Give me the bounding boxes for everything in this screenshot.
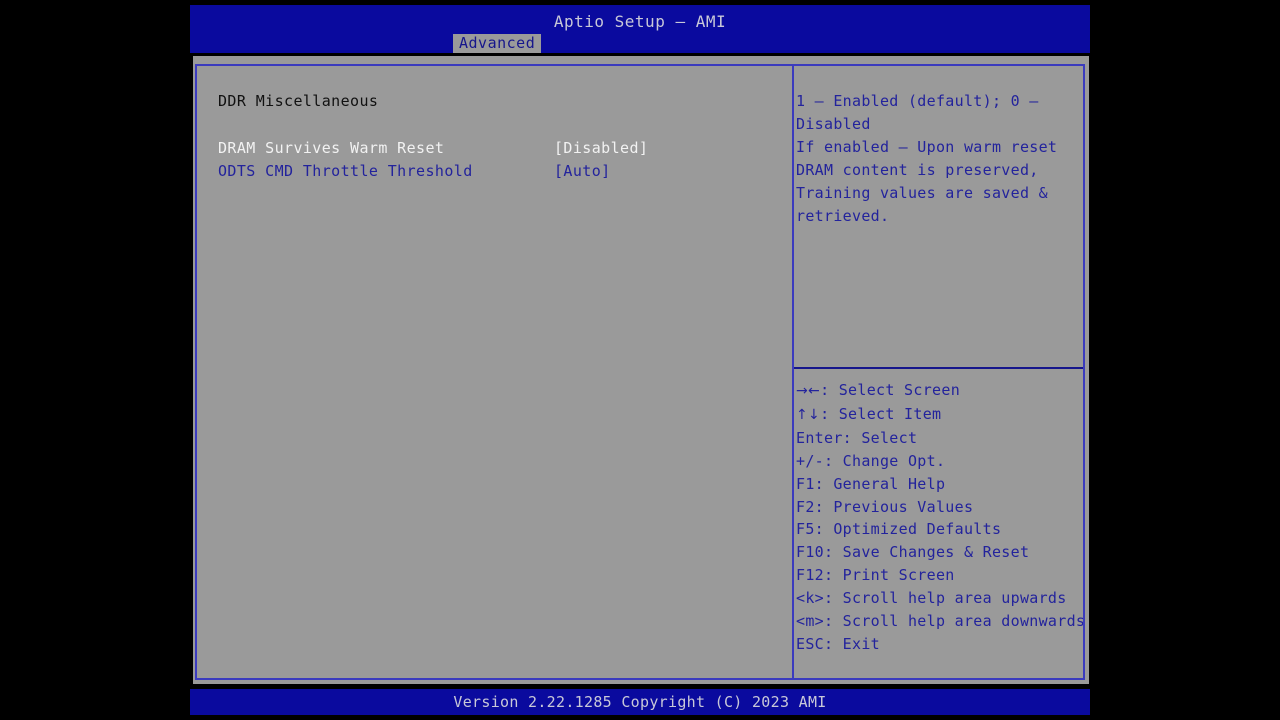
settings-list: DRAM Survives Warm Reset [Disabled] ODTS C… (197, 137, 792, 183)
setting-value[interactable]: [Auto] (554, 160, 611, 183)
tab-advanced[interactable]: Advanced (453, 34, 542, 53)
legend-line: ↑↓: Select Item (794, 403, 1083, 427)
help-line: DRAM content is preserved, (796, 161, 1039, 179)
help-separator (794, 367, 1083, 369)
legend-text: ESC: Exit (796, 634, 880, 653)
help-pane: 1 – Enabled (default); 0 – Disabled If ena… (794, 66, 1083, 678)
version-bar: Version 2.22.1285 Copyright (C) 2023 AMI (190, 689, 1090, 715)
tab-bar: Advanced (190, 34, 1090, 53)
help-line: If enabled – Upon warm reset (796, 138, 1058, 156)
help-line: Disabled (796, 115, 871, 133)
legend-line: →←: Select Screen (794, 379, 1083, 403)
setting-label: DRAM Survives Warm Reset (218, 139, 445, 157)
legend-text: F2: Previous Values (796, 497, 974, 516)
legend-line: +/-: Change Opt. (794, 450, 1083, 473)
page-title: Aptio Setup – AMI (553, 12, 727, 31)
legend-line: ESC: Exit (794, 633, 1083, 656)
legend-text: F12: Print Screen (796, 566, 955, 585)
legend-line: F12: Print Screen (794, 564, 1083, 587)
legend-text: : Select Item (820, 404, 942, 423)
title-bar: Aptio Setup – AMI Advanced (190, 5, 1090, 53)
legend-text: +/-: Change Opt. (796, 451, 946, 470)
legend-line: F10: Save Changes & Reset (794, 541, 1083, 564)
setting-row[interactable]: DRAM Survives Warm Reset [Disabled] (197, 137, 792, 160)
content-frame-inner: DDR Miscellaneous DRAM Survives Warm Res… (195, 64, 1085, 680)
legend-line: <k>: Scroll help area upwards (794, 587, 1083, 610)
arrow-up-down-icon: ↑↓ (796, 406, 821, 423)
key-legend: →←: Select Screen ↑↓: Select Item Enter: S… (794, 379, 1083, 656)
legend-line: F2: Previous Values (794, 496, 1083, 519)
settings-pane: DDR Miscellaneous DRAM Survives Warm Res… (197, 66, 792, 678)
legend-text: F1: General Help (796, 474, 946, 493)
legend-line: F1: General Help (794, 473, 1083, 496)
version-text: Version 2.22.1285 Copyright (C) 2023 AMI (453, 693, 827, 711)
legend-line: F5: Optimized Defaults (794, 518, 1083, 541)
legend-text: <m>: Scroll help area downwards (796, 612, 1083, 631)
help-text: 1 – Enabled (default); 0 – Disabled If ena… (794, 90, 1083, 228)
content-frame-outer: DDR Miscellaneous DRAM Survives Warm Res… (193, 56, 1089, 684)
legend-text: Enter: Select (796, 428, 918, 447)
setting-row[interactable]: ODTS CMD Throttle Threshold [Auto] (197, 160, 792, 183)
legend-text: : Select Screen (820, 381, 961, 399)
help-line: Training values are saved & (796, 184, 1048, 202)
setting-label: ODTS CMD Throttle Threshold (218, 162, 473, 180)
legend-line: <m>: Scroll help area downwards (794, 610, 1083, 633)
bios-setup-screen: Aptio Setup – AMI Advanced DDR Miscellan… (190, 5, 1090, 715)
section-heading: DDR Miscellaneous (218, 92, 379, 110)
legend-text: <k>: Scroll help area upwards (796, 589, 1067, 608)
help-line: 1 – Enabled (default); 0 – (796, 92, 1039, 110)
setting-value[interactable]: [Disabled] (554, 137, 648, 160)
legend-text: F5: Optimized Defaults (796, 520, 1002, 539)
arrow-left-right-icon: →← (796, 383, 821, 399)
legend-line: Enter: Select (794, 427, 1083, 450)
legend-text: F10: Save Changes & Reset (796, 543, 1030, 562)
help-line: retrieved. (796, 207, 890, 225)
